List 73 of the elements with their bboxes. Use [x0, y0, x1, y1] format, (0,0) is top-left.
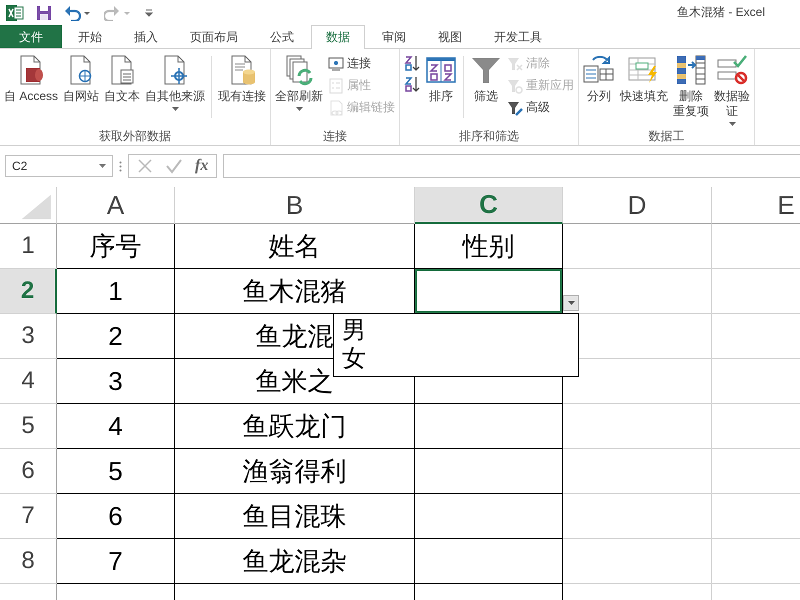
save-icon[interactable] [36, 4, 52, 20]
row-header[interactable]: 4 [0, 359, 57, 404]
table-cell: 鱼龙混杂 [175, 539, 415, 584]
link-icon [328, 100, 344, 116]
excel-logo-icon[interactable] [6, 4, 24, 22]
caret-icon [728, 122, 736, 126]
ribbon-tab[interactable]: 文件 [0, 25, 62, 48]
table-cell: 渔翁得利 [175, 449, 415, 494]
ribbon-small-button[interactable] [402, 75, 422, 93]
properties-icon [328, 78, 344, 94]
group-label: 排序和筛选 [458, 128, 520, 145]
row-header[interactable]: 5 [0, 404, 57, 449]
ribbon-button[interactable]: 分列 [581, 52, 618, 128]
ribbon-button[interactable]: 全部刷新 [273, 52, 326, 128]
caret-icon [172, 107, 179, 111]
customize-toolbar-icon[interactable] [144, 8, 154, 18]
row-header[interactable]: 7 [0, 494, 57, 539]
caret-icon [568, 301, 574, 305]
table-cell: 2 [57, 314, 175, 359]
ribbon-button[interactable]: 数据验 证 [712, 52, 752, 128]
connection-icon [328, 56, 344, 72]
row-header[interactable]: 2 [0, 269, 57, 314]
group-label: 连接 [322, 128, 348, 145]
name-box[interactable]: C2 [5, 155, 113, 177]
column-header[interactable]: D [563, 187, 712, 224]
ribbon-button[interactable]: 自 Access [2, 52, 60, 128]
ribbon-button[interactable]: 快速填充 [618, 52, 670, 128]
remove-duplicates-icon [675, 54, 708, 86]
group-label: 数据工 [648, 128, 686, 145]
caret-icon [296, 107, 303, 111]
column-header[interactable]: E [712, 187, 800, 224]
ribbon-button[interactable]: 排序 [423, 52, 460, 128]
ribbon-tab[interactable]: 数据 [311, 25, 365, 49]
dropdown-button[interactable] [563, 295, 579, 311]
ribbon-small-button[interactable] [402, 54, 422, 72]
table-cell: 姓名 [175, 224, 415, 269]
row-header[interactable]: 6 [0, 449, 57, 494]
table-cell: 6 [57, 494, 175, 539]
row-header[interactable]: 8 [0, 539, 57, 584]
table-cell: 鱼跃龙门 [175, 404, 415, 449]
row-header[interactable]: 3 [0, 314, 57, 359]
insert-function-button[interactable]: fx [195, 157, 208, 175]
ribbon-button[interactable]: 现有连接 [216, 52, 268, 128]
formula-input[interactable] [223, 154, 800, 178]
ribbon-button[interactable]: 自网站 [61, 52, 102, 128]
table-cell: 3 [57, 359, 175, 404]
table-cell: 序号 [57, 224, 175, 269]
ribbon-button[interactable]: 删除 重复项 [671, 52, 712, 128]
table-cell: 1 [57, 269, 175, 314]
group-label: 获取外部数据 [98, 128, 172, 145]
table-cell: 7 [57, 539, 175, 584]
table-cell: 性别 [415, 224, 563, 269]
reapply-filter-icon [507, 78, 524, 94]
ribbon-button[interactable]: 自其他来源 [143, 52, 208, 128]
advanced-filter-icon [507, 100, 524, 116]
undo-icon[interactable] [64, 4, 92, 20]
ribbon-button[interactable]: 筛选 [468, 52, 504, 128]
table-cell: 鱼目混珠 [175, 494, 415, 539]
drag-handle-icon[interactable] [119, 160, 122, 172]
ribbon-small-button[interactable]: 高级 [505, 98, 576, 117]
dropdown-option[interactable]: 男 [342, 317, 366, 345]
ribbon-button[interactable]: 自文本 [102, 52, 142, 128]
window-title: 鱼木混猪 - Excel [676, 4, 765, 21]
column-header[interactable]: A [57, 187, 175, 224]
table-cell: 4 [57, 404, 175, 449]
column-header[interactable]: C [415, 187, 563, 224]
ribbon-small-button[interactable]: 连接 [326, 54, 398, 73]
sort-descending-icon [404, 76, 420, 92]
table-cell: 5 [57, 449, 175, 494]
caret-icon [99, 164, 106, 168]
clear-filter-icon [507, 56, 524, 72]
sort-ascending-icon [404, 55, 420, 71]
data-validation-icon [716, 54, 748, 86]
